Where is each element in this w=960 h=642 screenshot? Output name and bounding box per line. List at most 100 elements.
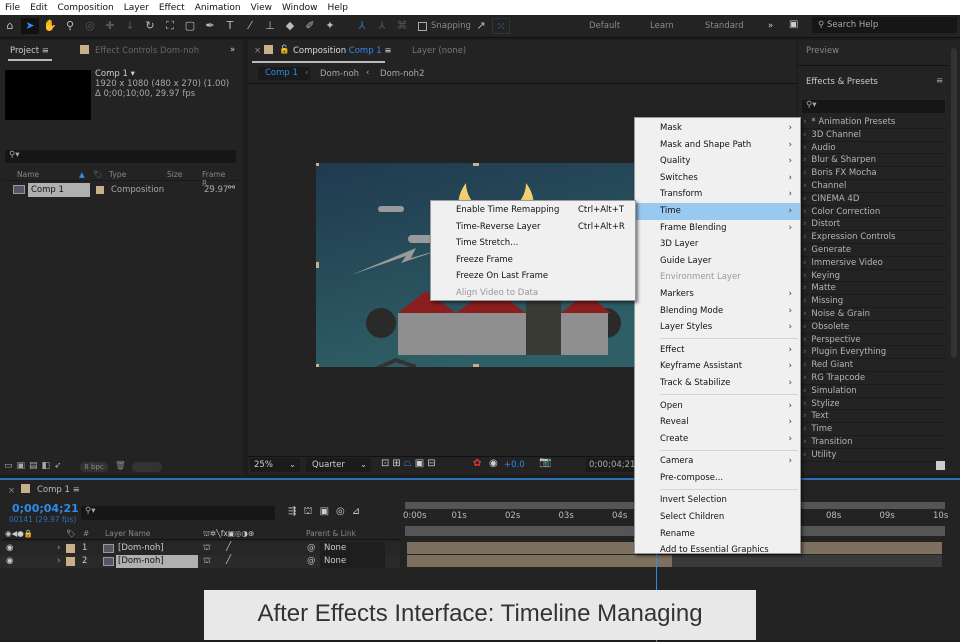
expand-chevron-icon[interactable]: ›: [57, 543, 60, 553]
world-axis-icon[interactable]: ⅄: [373, 18, 391, 34]
menu-item-invert-selection[interactable]: Invert Selection: [635, 492, 800, 509]
table-row[interactable]: ◉ › 2 [Dom-noh] ⛫ ╱ @ None: [0, 555, 400, 568]
menu-item-open[interactable]: Open ›: [635, 398, 800, 415]
rotate-tool-icon[interactable]: ↻: [141, 18, 159, 34]
snap-icon[interactable]: ↗: [472, 18, 490, 34]
menu-item-layer-styles[interactable]: Layer Styles ›: [635, 319, 800, 336]
table-row[interactable]: ◉ › 1 [Dom-noh] ⛫ ╱ @ None: [0, 542, 400, 555]
trash-icon[interactable]: 🗑: [115, 461, 126, 471]
av-switches-icons[interactable]: ◉◀●🔒: [5, 529, 33, 538]
layer-switch-icons[interactable]: ⛫✲╲fx▣◎◑⊛: [203, 529, 254, 539]
menu-composition[interactable]: Composition: [53, 3, 119, 13]
text-tool-icon[interactable]: T: [221, 18, 239, 34]
parent-dropdown[interactable]: None: [320, 542, 385, 555]
current-time-display[interactable]: 0;00;04;21: [586, 458, 635, 472]
menu-file[interactable]: File: [0, 3, 25, 13]
submenu-item-freeze-frame[interactable]: Freeze Frame: [431, 252, 635, 269]
scrollbar[interactable]: [951, 48, 957, 358]
home-icon[interactable]: ⌂: [1, 18, 19, 34]
label-color-swatch[interactable]: [66, 544, 75, 553]
effects-category-generate[interactable]: Generate: [800, 244, 947, 257]
visibility-eye-icon[interactable]: ◉: [6, 556, 13, 566]
layer-name[interactable]: [Dom-noh]: [116, 542, 198, 555]
zoom-tool-icon[interactable]: ⚲: [61, 18, 79, 34]
breadcrumb-dom-noh[interactable]: Dom-noh: [320, 69, 359, 79]
channel-icon[interactable]: ✿: [473, 458, 481, 469]
menu-item-effect[interactable]: Effect ›: [635, 342, 800, 359]
preview-panel-title[interactable]: Preview: [806, 46, 839, 56]
quality-icon[interactable]: ╱: [226, 555, 231, 565]
view-axis-icon[interactable]: ⌘: [393, 18, 411, 34]
sort-asc-icon[interactable]: ▲: [79, 170, 85, 179]
menu-item-time[interactable]: Time ›: [635, 202, 800, 220]
brush-tool-icon[interactable]: ⁄: [241, 18, 259, 34]
pan-tool-icon[interactable]: ✚: [101, 18, 119, 34]
snapping-checkbox[interactable]: [418, 21, 427, 31]
close-tab-icon[interactable]: ×: [8, 486, 15, 496]
effects-category-immersive-video[interactable]: Immersive Video: [800, 257, 947, 270]
pickwhip-icon[interactable]: @: [307, 543, 316, 553]
expand-chevron-icon[interactable]: ›: [57, 556, 60, 566]
col-layer-name[interactable]: Layer Name: [105, 529, 150, 538]
more-workspaces-icon[interactable]: »: [768, 21, 773, 31]
col-size[interactable]: Size: [167, 170, 182, 179]
effects-category-noise-grain[interactable]: Noise & Grain: [800, 308, 947, 321]
flowchart-icon[interactable]: ⚯: [228, 183, 235, 193]
tab-effect-controls[interactable]: Effect Controls Dom-noh: [95, 46, 199, 56]
menu-effect[interactable]: Effect: [154, 3, 190, 13]
menu-item-add-to-essential-graphics[interactable]: Add to Essential Graphics: [635, 542, 800, 559]
menu-layer[interactable]: Layer: [119, 3, 154, 13]
hand-tool-icon[interactable]: ✋: [41, 18, 59, 34]
effects-category-red-giant[interactable]: Red Giant: [800, 359, 947, 372]
submenu-item-freeze-on-last-frame[interactable]: Freeze On Last Frame: [431, 268, 635, 285]
effects-category-utility[interactable]: Utility: [800, 449, 947, 462]
stamp-tool-icon[interactable]: ⊥: [261, 18, 279, 34]
menu-item-mask[interactable]: Mask ›: [635, 120, 800, 137]
effects-category-text[interactable]: Text: [800, 410, 947, 424]
menu-item-transform[interactable]: Transform ›: [635, 186, 800, 203]
menu-item-track-stabilize[interactable]: Track & Stabilize ›: [635, 375, 800, 392]
bit-depth-button[interactable]: 8 bpc: [80, 462, 108, 472]
effects-category-keying[interactable]: Keying: [800, 270, 947, 283]
menu-item-markers[interactable]: Markers ›: [635, 286, 800, 303]
col-type[interactable]: Type: [109, 170, 126, 179]
effects-category-perspective[interactable]: Perspective: [800, 334, 947, 347]
dolly-tool-icon[interactable]: ↓: [121, 18, 139, 34]
menu-item-select-children[interactable]: Select Children: [635, 509, 800, 526]
workspace-standard[interactable]: Standard: [705, 21, 744, 31]
comp-name[interactable]: Comp 1 ▾: [95, 69, 135, 79]
anchor-tool-icon[interactable]: ⛶: [161, 18, 179, 34]
rectangle-tool-icon[interactable]: ▢: [181, 18, 199, 34]
effects-presets-title[interactable]: Effects & Presets: [806, 77, 878, 87]
new-bin-icon[interactable]: [936, 461, 945, 470]
menu-item-keyframe-assistant[interactable]: Keyframe Assistant ›: [635, 358, 800, 375]
effects-category-color-correction[interactable]: Color Correction: [800, 206, 947, 219]
view-options-icons[interactable]: ⊡⊞⏢▣⊟: [381, 458, 439, 469]
menu-help[interactable]: Help: [322, 3, 353, 13]
timeline-timecode[interactable]: 0;00;04;21: [12, 502, 79, 515]
panel-overflow-icon[interactable]: »: [230, 45, 235, 55]
menu-item-quality[interactable]: Quality ›: [635, 153, 800, 170]
visibility-eye-icon[interactable]: ◉: [6, 543, 13, 553]
search-help-input[interactable]: ⚲ Search Help: [812, 17, 957, 33]
col-parent-link[interactable]: Parent & Link: [306, 529, 356, 538]
label-tag-icon[interactable]: 🏷: [93, 170, 103, 179]
submenu-item-enable-time-remapping[interactable]: Enable Time Remapping Ctrl+Alt+T: [431, 202, 635, 219]
exposure-value[interactable]: +0.0: [504, 460, 525, 470]
effects-category-stylize[interactable]: Stylize: [800, 398, 947, 411]
effects-category-missing[interactable]: Missing: [800, 295, 947, 308]
tab-layer[interactable]: Layer (none): [412, 46, 466, 56]
effects-category-plugin-everything[interactable]: Plugin Everything: [800, 346, 947, 360]
menu-item-pre-compose[interactable]: Pre-compose...: [635, 470, 800, 487]
eraser-tool-icon[interactable]: ◆: [281, 18, 299, 34]
item-name[interactable]: Comp 1: [28, 183, 90, 197]
menu-item-reveal[interactable]: Reveal ›: [635, 414, 800, 431]
tab-timeline-comp1[interactable]: Comp 1 ≡: [37, 485, 80, 495]
workspace-default[interactable]: Default: [589, 21, 620, 31]
menu-item-camera[interactable]: Camera ›: [635, 453, 800, 470]
pen-tool-icon[interactable]: ✒: [201, 18, 219, 34]
label-tag-icon[interactable]: 🏷: [66, 529, 76, 538]
breadcrumb-comp1[interactable]: Comp 1: [258, 67, 310, 80]
effects-category-blur-sharpen[interactable]: Blur & Sharpen: [800, 154, 947, 168]
effects-category-distort[interactable]: Distort: [800, 218, 947, 232]
